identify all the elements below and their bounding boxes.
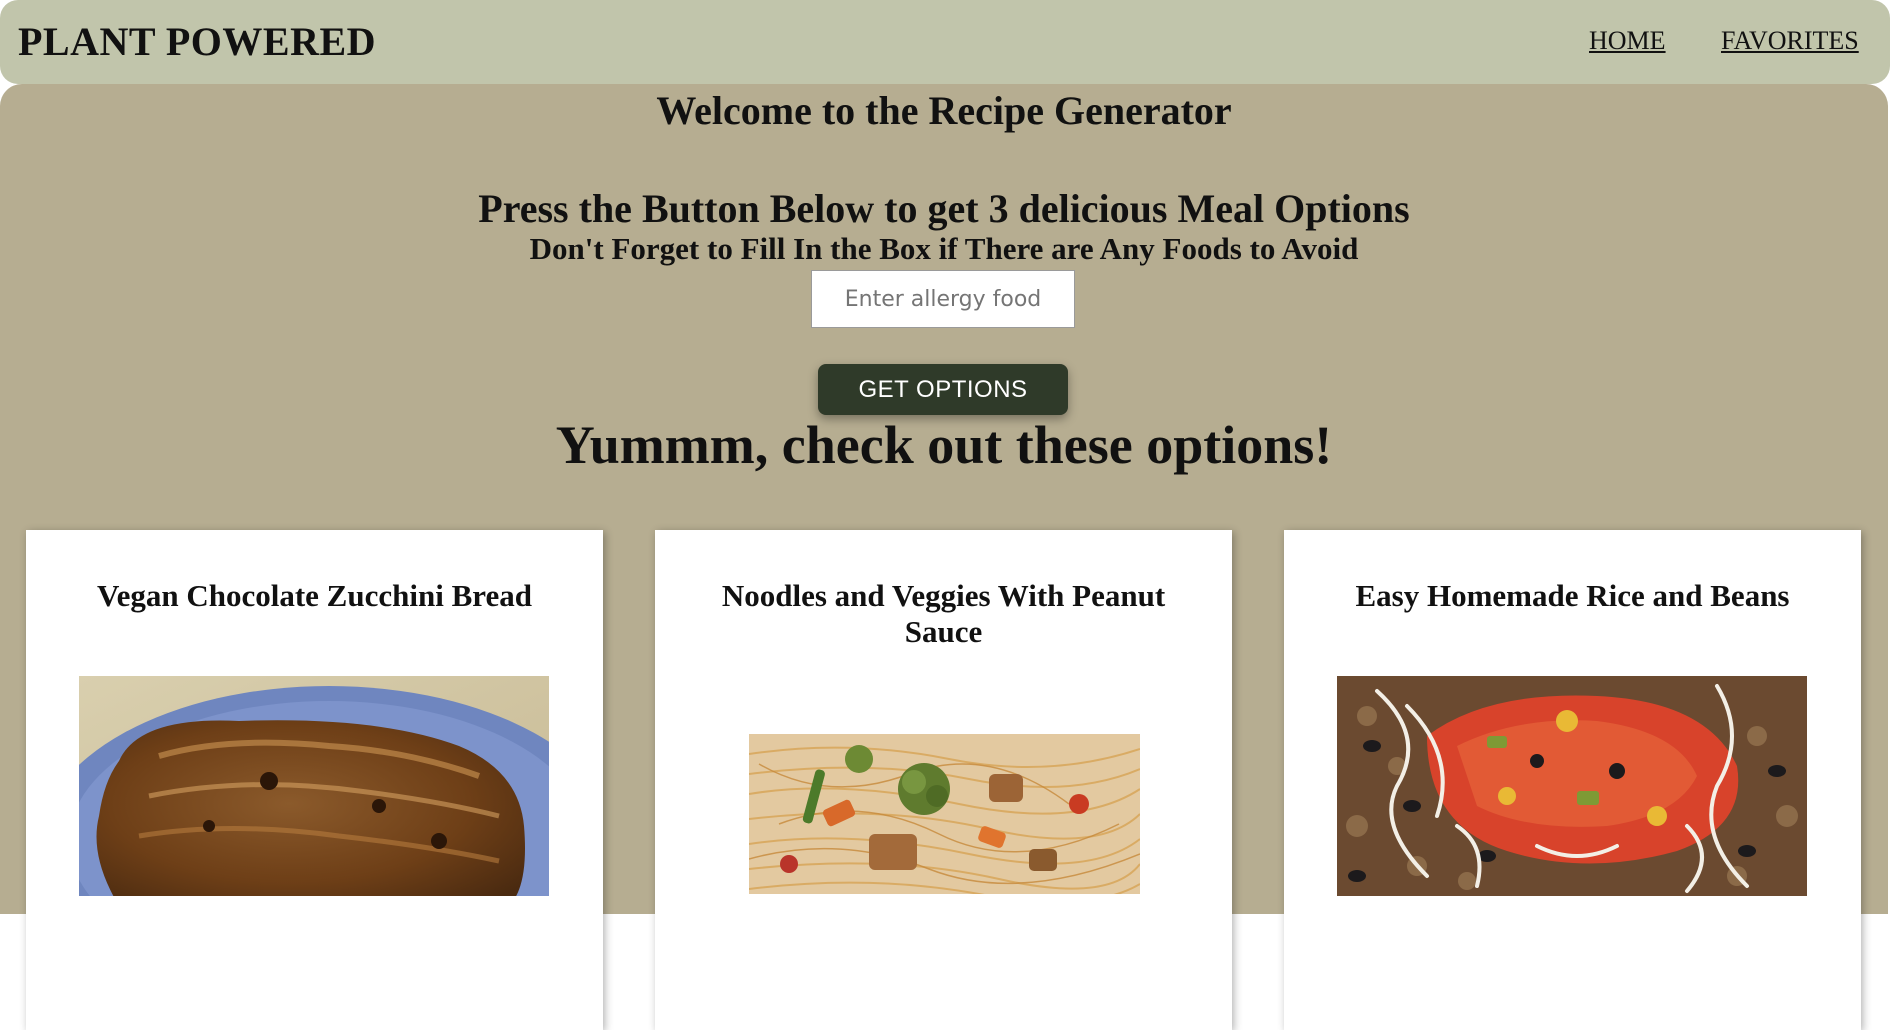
- nav-favorites-link[interactable]: FAVORITES: [1721, 26, 1859, 56]
- welcome-heading: Welcome to the Recipe Generator: [656, 88, 1232, 133]
- rice-beans-image[interactable]: [1337, 676, 1807, 896]
- allergy-food-input[interactable]: [811, 270, 1075, 328]
- recipe-card[interactable]: Vegan Chocolate Zucchini Bread: [26, 530, 603, 1030]
- recipe-title[interactable]: Easy Homemade Rice and Beans: [1324, 578, 1821, 614]
- instruction-heading: Press the Button Below to get 3 deliciou…: [478, 186, 1410, 231]
- zucchini-bread-image[interactable]: [79, 676, 549, 896]
- recipe-card[interactable]: Noodles and Veggies With Peanut Sauce: [655, 530, 1232, 1030]
- nav-home-link[interactable]: HOME: [1589, 26, 1666, 56]
- noodles-veggies-image[interactable]: [749, 734, 1140, 894]
- recipe-title[interactable]: Vegan Chocolate Zucchini Bread: [66, 578, 563, 614]
- recipe-title[interactable]: Noodles and Veggies With Peanut Sauce: [695, 578, 1192, 650]
- brand-logo[interactable]: PLANT POWERED: [18, 18, 376, 65]
- main-content: Welcome to the Recipe Generator Press th…: [0, 84, 1888, 1030]
- results-heading: Yummm, check out these options!: [555, 415, 1333, 475]
- navbar: PLANT POWERED HOME FAVORITES: [0, 0, 1890, 84]
- reminder-heading: Don't Forget to Fill In the Box if There…: [529, 231, 1359, 266]
- get-options-button[interactable]: GET OPTIONS: [818, 364, 1068, 415]
- recipe-card[interactable]: Easy Homemade Rice and Beans: [1284, 530, 1861, 1030]
